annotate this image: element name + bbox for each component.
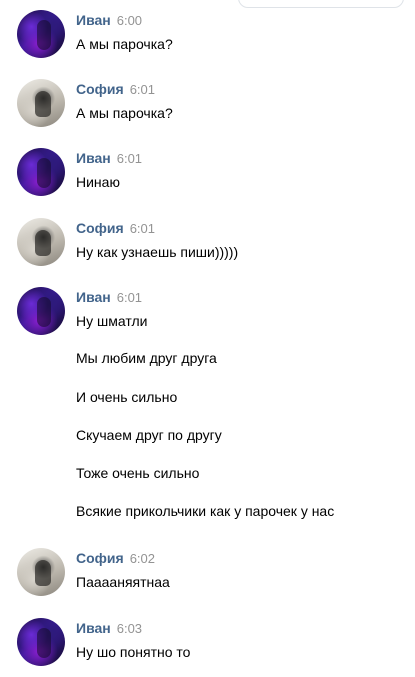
message-text: А мы парочка? <box>76 36 173 52</box>
author-name[interactable]: София <box>76 550 124 566</box>
message-time[interactable]: 6:01 <box>117 290 142 305</box>
message-time[interactable]: 6:01 <box>130 221 155 236</box>
avatar[interactable] <box>17 10 65 58</box>
message-header: София 6:01 <box>76 81 155 99</box>
message-text: Мы любим друг друга <box>76 350 217 366</box>
avatar[interactable] <box>17 79 65 127</box>
message-header: Иван 6:00 <box>76 12 142 30</box>
message-header: София 6:01 <box>76 220 155 238</box>
message-text: Скучаем друг по другу <box>76 427 222 443</box>
author-name[interactable]: София <box>76 220 124 236</box>
avatar[interactable] <box>17 148 65 196</box>
message-text: Всякие прикольчики как у парочек у нас <box>76 503 335 519</box>
message-header: Иван 6:01 <box>76 289 142 307</box>
message-text: И очень сильно <box>76 389 178 405</box>
message-text: Ну шо понятно то <box>76 644 191 660</box>
avatar[interactable] <box>17 548 65 596</box>
author-name[interactable]: Иван <box>76 150 111 166</box>
author-name[interactable]: София <box>76 81 124 97</box>
author-name[interactable]: Иван <box>76 289 111 305</box>
author-name[interactable]: Иван <box>76 620 111 636</box>
message-time[interactable]: 6:01 <box>130 82 155 97</box>
chat-history: Иван 6:00 А мы парочка? София 6:01 А мы па… <box>0 0 415 677</box>
message-time[interactable]: 6:01 <box>117 151 142 166</box>
message-text: Пааааняятнаа <box>76 574 170 590</box>
message-text: Нинаю <box>76 174 120 190</box>
message-header: Иван 6:03 <box>76 620 142 638</box>
avatar[interactable] <box>17 287 65 335</box>
message-time[interactable]: 6:00 <box>117 13 142 28</box>
message-time[interactable]: 6:03 <box>117 621 142 636</box>
avatar[interactable] <box>17 218 65 266</box>
top-panel-fragment <box>238 0 404 8</box>
message-text: Ну как узнаешь пиши))))) <box>76 244 239 260</box>
avatar[interactable] <box>17 618 65 666</box>
message-header: София 6:02 <box>76 550 155 568</box>
author-name[interactable]: Иван <box>76 12 111 28</box>
message-text: Ну шматли <box>76 313 148 329</box>
message-time[interactable]: 6:02 <box>130 551 155 566</box>
message-text: Тоже очень сильно <box>76 465 200 481</box>
message-header: Иван 6:01 <box>76 150 142 168</box>
message-text: А мы парочка? <box>76 105 173 121</box>
